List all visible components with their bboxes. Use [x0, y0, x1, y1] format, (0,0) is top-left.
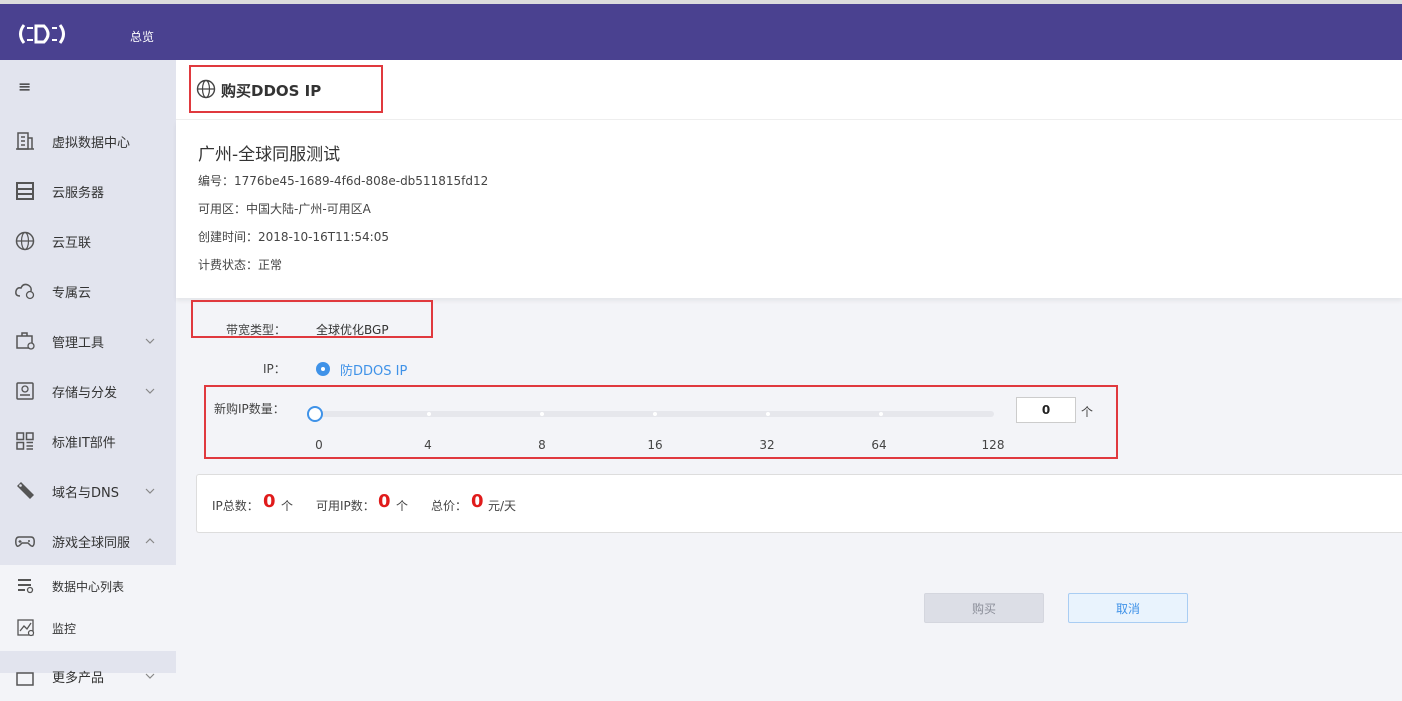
chevron-down-icon	[145, 673, 155, 679]
sidebar-item-label: 专属云	[52, 285, 92, 301]
chevron-up-icon	[145, 538, 155, 544]
globe-icon	[196, 79, 216, 99]
chevron-down-icon	[145, 338, 155, 344]
hamburger-icon[interactable]: ≡	[18, 79, 31, 95]
ip-available-unit: 个	[396, 499, 409, 513]
sidebar-subitem-label: 数据中心列表	[52, 579, 125, 594]
cancel-button[interactable]: 取消	[1068, 593, 1188, 623]
ddos-ip-radio[interactable]	[316, 362, 330, 376]
chevron-down-icon	[145, 488, 155, 494]
sidebar-item-cloud-server[interactable]: 云服务器	[0, 166, 176, 216]
ip-available-value: 0	[378, 491, 391, 512]
monitor-chart-icon	[17, 619, 35, 637]
datacenter-id: 编号：1776be45-1689-4f6d-808e-db511815fd12	[198, 174, 489, 188]
sidebar-item-label: 云互联	[52, 235, 92, 251]
sidebar-item-label: 虚拟数据中心	[52, 135, 131, 151]
sidebar-item-storage[interactable]: 存储与分发	[0, 366, 176, 416]
sidebar-item-domain-dns[interactable]: 域名与DNS	[0, 466, 176, 516]
cds-logo-icon[interactable]	[16, 22, 68, 46]
ip-quantity-input[interactable]: 0	[1016, 397, 1076, 423]
ip-quantity-unit: 个	[1081, 405, 1094, 419]
slider-tick-label: 64	[871, 438, 887, 452]
ip-quantity-slider-handle[interactable]	[307, 406, 323, 422]
sidebar-submenu: 数据中心列表 监控	[0, 565, 176, 651]
sidebar-item-dedicated-cloud[interactable]: 专属云	[0, 266, 176, 316]
sidebar-item-game-global[interactable]: 游戏全球同服	[0, 516, 176, 566]
datacenter-info-card: 广州-全球同服测试 编号：1776be45-1689-4f6d-808e-db5…	[176, 120, 1402, 298]
slider-tick-label: 128	[981, 438, 1005, 452]
order-summary: IP总数： 0 个 可用IP数： 0 个 总价： 0 元/天	[196, 474, 1402, 533]
sidebar-item-label: 游戏全球同服	[52, 535, 131, 551]
sidebar-item-label: 存储与分发	[52, 385, 118, 401]
slider-stop-32[interactable]	[766, 412, 770, 416]
price-value: 0	[471, 491, 484, 512]
more-icon	[16, 672, 34, 686]
toolbox-icon	[16, 332, 35, 350]
ip-total-value: 0	[263, 491, 276, 512]
sidebar-subitem-label: 监控	[52, 621, 77, 636]
datacenter-zone: 可用区：中国大陆-广州-可用区A	[198, 202, 371, 216]
page-title: 购买DDOS IP	[221, 82, 322, 100]
slider-stop-64[interactable]	[879, 412, 883, 416]
building-icon	[16, 132, 34, 150]
list-icon	[18, 579, 34, 594]
ip-available-label: 可用IP数：	[316, 499, 375, 513]
sidebar-item-cloud-interconnect[interactable]: 云互联	[0, 216, 176, 266]
ip-quantity-slider-track[interactable]	[315, 411, 994, 417]
sidebar-item-label: 标准IT部件	[52, 435, 116, 451]
grid-icon	[16, 432, 34, 450]
slider-tick-label: 16	[647, 438, 663, 452]
ip-total-unit: 个	[281, 499, 294, 513]
server-icon	[16, 182, 34, 200]
bandwidth-type-value: 全球优化BGP	[316, 323, 389, 337]
sidebar-item-standard-it[interactable]: 标准IT部件	[0, 416, 176, 466]
gamepad-icon	[15, 536, 35, 548]
slider-stop-4[interactable]	[427, 412, 431, 416]
buy-button[interactable]: 购买	[924, 593, 1044, 623]
sidebar-item-label: 域名与DNS	[52, 485, 119, 501]
datacenter-billing-status: 计费状态：正常	[198, 258, 283, 272]
tag-icon	[17, 482, 34, 499]
sidebar-item-vdc[interactable]: 虚拟数据中心	[0, 116, 176, 166]
cloud-icon	[15, 283, 35, 300]
globe-icon	[15, 231, 35, 251]
sidebar-item-label: 云服务器	[52, 185, 105, 201]
sidebar: ≡ 虚拟数据中心 云服务器 云互联 专属云 管理工具 存储与分发 标准IT部件 …	[0, 60, 176, 686]
sidebar-item-management-tools[interactable]: 管理工具	[0, 316, 176, 366]
ddos-ip-radio-label[interactable]: 防DDOS IP	[340, 360, 407, 379]
nav-overview[interactable]: 总览	[130, 28, 154, 45]
top-bar: 总览	[0, 0, 1402, 60]
slider-stop-16[interactable]	[653, 412, 657, 416]
new-ip-quantity-label: 新购IP数量：	[214, 402, 285, 416]
page-header: 购买DDOS IP	[176, 60, 1402, 120]
chevron-down-icon	[145, 388, 155, 394]
slider-tick-label: 4	[424, 438, 432, 452]
sidebar-subitem-dc-list[interactable]: 数据中心列表	[0, 565, 176, 607]
price-label: 总价：	[431, 499, 468, 513]
sidebar-subitem-monitor[interactable]: 监控	[0, 607, 176, 649]
slider-stop-8[interactable]	[540, 412, 544, 416]
slider-tick-label: 32	[759, 438, 775, 452]
main-content: 购买DDOS IP 广州-全球同服测试 编号：1776be45-1689-4f6…	[176, 60, 1402, 673]
sidebar-item-label: 管理工具	[52, 335, 105, 351]
ip-total-label: IP总数：	[212, 499, 259, 513]
slider-tick-label: 8	[538, 438, 546, 452]
price-unit: 元/天	[488, 499, 517, 513]
sidebar-item-label: 更多产品	[52, 670, 105, 686]
bandwidth-type-label: 带宽类型：	[226, 323, 287, 337]
ip-type-label: IP：	[263, 362, 286, 376]
slider-tick-label: 0	[315, 438, 323, 452]
sidebar-item-more-products[interactable]: 更多产品	[0, 651, 176, 701]
storage-icon	[16, 382, 34, 400]
datacenter-created-time: 创建时间：2018-10-16T11:54:05	[198, 230, 389, 244]
datacenter-name: 广州-全球同服测试	[198, 145, 341, 165]
